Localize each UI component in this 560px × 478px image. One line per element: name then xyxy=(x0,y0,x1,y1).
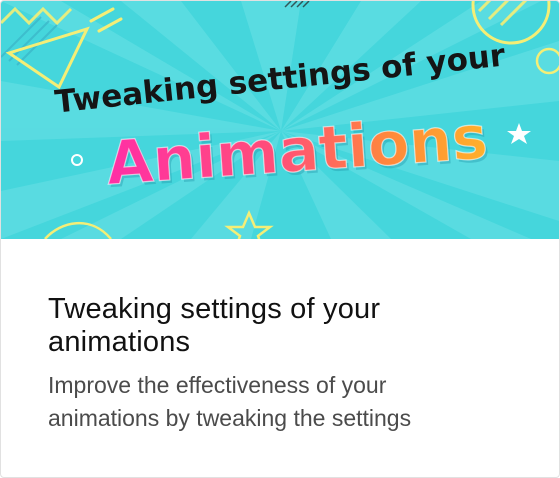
tutorial-card[interactable]: Tweaking settings of your Animations Ani… xyxy=(0,0,560,478)
card-title[interactable]: Tweaking settings of your animations xyxy=(48,293,388,359)
card-description: Improve the effectiveness of your animat… xyxy=(48,372,412,431)
banner-image: Tweaking settings of your Animations Ani… xyxy=(1,1,559,239)
banner-illustration: Tweaking settings of your Animations Ani… xyxy=(1,1,559,239)
card-content: Tweaking settings of your animations Imp… xyxy=(48,293,519,435)
